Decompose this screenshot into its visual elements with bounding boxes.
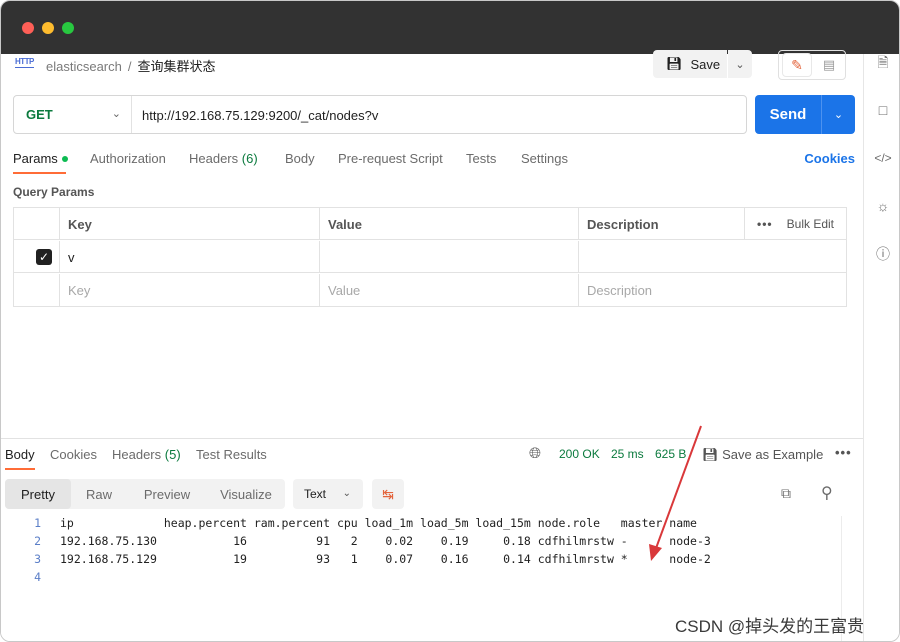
- title-bar: [1, 1, 899, 54]
- right-sidebar: 🗎︎ □ </> ☼ ⓘ: [863, 54, 899, 641]
- info-icon[interactable]: ⓘ: [864, 244, 899, 264]
- comments-icon[interactable]: □: [864, 100, 899, 120]
- maximize-window-button[interactable]: [62, 22, 74, 34]
- close-window-button[interactable]: [22, 22, 34, 34]
- annotation-arrow: [649, 425, 702, 561]
- request-workspace: HTTP elasticsearch / 查询集群状态 💾︎ Save ⌄ ✎ ▤ …: [1, 50, 864, 641]
- documentation-icon[interactable]: 🗎︎: [864, 54, 899, 74]
- minimize-window-button[interactable]: [42, 22, 54, 34]
- code-icon[interactable]: </>: [864, 148, 899, 168]
- lightbulb-icon[interactable]: ☼: [864, 196, 899, 216]
- app-window: HTTP elasticsearch / 查询集群状态 💾︎ Save ⌄ ✎ ▤ …: [0, 0, 900, 642]
